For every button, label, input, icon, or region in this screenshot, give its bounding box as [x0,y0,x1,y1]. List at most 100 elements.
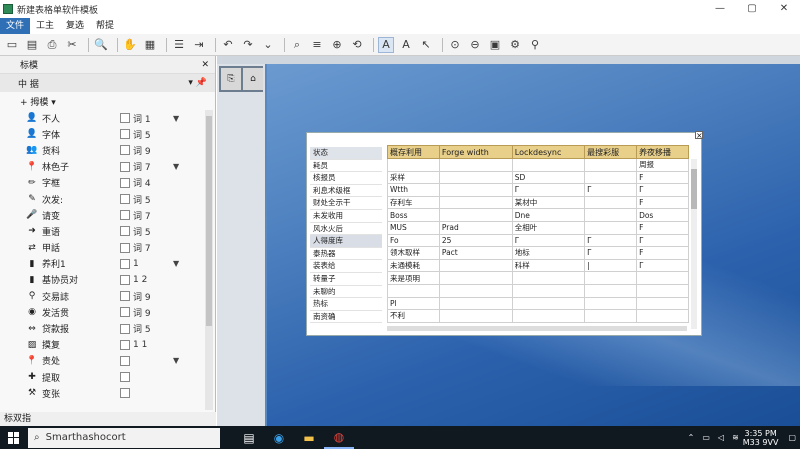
table-cell[interactable]: 全相叶 [511,220,586,235]
row-header-cell[interactable]: 装表给 [310,260,382,273]
table-cell[interactable]: Г [511,183,586,197]
pointer-icon[interactable]: ↖ [418,37,434,53]
property-checkbox[interactable] [120,388,130,399]
table-cell[interactable] [438,309,513,323]
property-checkbox[interactable] [120,129,130,140]
table-cell[interactable]: | [584,258,638,273]
print-icon[interactable]: ⎙ [44,37,60,53]
property-row[interactable]: ✎ 次发: 词 5 [0,191,215,207]
table-cell[interactable] [584,220,638,235]
table-cell[interactable] [438,183,513,197]
scrollbar-thumb[interactable] [206,116,212,326]
table-cell[interactable]: SD [511,170,586,185]
table-cell[interactable]: Boss [387,208,440,222]
property-row[interactable]: ➜ 重语 词 5 [0,223,215,239]
table-cell[interactable]: Fo [387,233,440,248]
panel-group[interactable]: + 拇模 ▾ [0,92,215,110]
copy-icon[interactable]: ⎘ [221,68,241,90]
zoom-out-icon[interactable]: ⊖ [467,37,483,53]
property-checkbox[interactable] [120,242,130,253]
row-header-cell[interactable]: 利息术级框 [310,185,382,198]
column-header[interactable]: 养夜移播 [636,145,689,159]
table-cell[interactable]: 未通模耗 [387,258,440,273]
table-cell[interactable]: Г [584,233,638,248]
start-button[interactable] [0,426,28,449]
format-icon[interactable]: ▦ [142,37,158,53]
paste-icon[interactable]: ✋ [122,37,138,53]
property-checkbox[interactable] [120,161,130,172]
text-size-icon[interactable]: A [398,37,414,53]
menu-tools[interactable]: 工主 [30,18,60,34]
table-cell[interactable]: 不利 [387,309,440,323]
panel-scrollbar[interactable] [205,110,213,410]
table-cell[interactable] [438,170,513,185]
property-checkbox[interactable] [120,274,130,285]
table-cell[interactable]: 某材中 [511,195,586,210]
grid-vertical-scrollbar[interactable] [691,159,697,329]
property-row[interactable]: ✚ 提取 [0,369,215,385]
table-cell[interactable]: Г [584,183,638,197]
dropdown-icon[interactable]: ⌄ [260,37,276,53]
table-cell[interactable]: MUS [387,220,440,235]
property-checkbox[interactable] [120,210,130,221]
taskbar-search[interactable]: ⌕ Smarthashocort [28,427,220,448]
table-cell[interactable] [584,195,638,210]
chevron-up-icon[interactable]: ⌃ [688,433,695,442]
property-row[interactable]: 👤 字体 词 5 [0,126,215,142]
table-cell[interactable] [438,296,513,311]
table-cell[interactable]: F [636,246,689,260]
undo-icon[interactable]: ↶ [220,37,236,53]
network-icon[interactable]: ▭ [702,433,710,442]
menu-select[interactable]: 复选 [60,18,90,34]
column-header[interactable]: Forge width [438,145,513,159]
table-cell[interactable]: Pact [438,246,513,260]
text-icon[interactable]: ≡ [309,37,325,53]
minimize-button[interactable]: — [704,0,736,18]
property-checkbox[interactable] [120,258,130,269]
column-header[interactable]: 概存利用 [387,145,440,159]
open-icon[interactable]: ▭ [4,37,20,53]
close-button[interactable]: ✕ [768,0,800,18]
property-row[interactable]: ◉ 发活贯 词 9 [0,304,215,320]
property-checkbox[interactable] [120,291,130,302]
chevron-down-icon[interactable]: ▾ 📌 [188,78,207,88]
chevron-down-icon[interactable]: ▼ [173,114,179,123]
table-cell[interactable]: 25 [438,233,513,248]
table-cell[interactable]: Г [584,246,638,260]
table-cell[interactable]: Dne [511,208,586,222]
chevron-down-icon[interactable]: ▼ [173,162,179,171]
table-cell[interactable]: 来是项明 [387,271,440,285]
table-window[interactable]: × 状态 耗员 核报员 利息术级框 财处全示干 未发收用 风水火后 人得度库 泰热器 装表给 转量子… [306,131,703,336]
table-cell[interactable]: 存利车 [387,195,440,210]
rotate-icon[interactable]: ⟲ [349,37,365,53]
property-row[interactable]: ▮ 养利1 1 ▼ [0,256,215,272]
property-checkbox[interactable] [120,307,130,318]
menu-help[interactable]: 帮提 [90,18,120,34]
table-cell[interactable] [438,158,513,172]
table-cell[interactable]: 领木取样 [387,246,440,260]
table-cell[interactable]: Г [636,233,689,248]
property-checkbox[interactable] [120,145,130,156]
table-cell[interactable]: 科样 [511,258,586,273]
magnify-icon[interactable]: ⊙ [447,37,463,53]
table-cell[interactable] [584,283,638,298]
property-row[interactable]: ⚒ 变张 [0,385,215,401]
property-checkbox[interactable] [120,177,130,188]
table-cell[interactable] [438,208,513,222]
chevron-down-icon[interactable]: ▼ [173,356,179,365]
property-checkbox[interactable] [120,226,130,237]
find-icon[interactable]: 🔍 [93,37,109,53]
wifi-icon[interactable]: ≋ [732,433,739,442]
row-header-cell[interactable]: 人得度库 [310,235,382,248]
close-icon[interactable]: × [695,131,703,140]
table-cell[interactable]: Dos [636,208,689,222]
property-checkbox[interactable] [120,355,130,366]
chrome-icon[interactable]: ◍ [324,426,354,449]
menu-file[interactable]: 文件 [0,18,31,34]
table-cell[interactable]: Г [511,233,586,248]
row-header-cell[interactable]: 泰热器 [310,248,382,261]
table-cell[interactable]: F [636,170,689,185]
panel-subheader[interactable]: 中 据 ▾ 📌 [0,74,215,92]
table-cell[interactable] [387,158,440,172]
table-cell[interactable]: 采样 [387,170,440,185]
